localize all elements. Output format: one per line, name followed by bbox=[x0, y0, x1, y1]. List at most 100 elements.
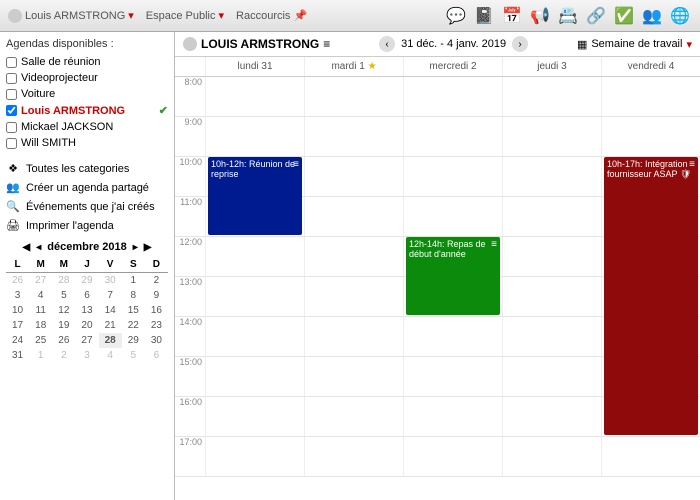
time-cell[interactable] bbox=[502, 237, 601, 276]
minical-day[interactable]: 23 bbox=[145, 318, 168, 333]
minical-day[interactable]: 2 bbox=[52, 348, 75, 363]
minical-day[interactable]: 2 bbox=[145, 273, 168, 289]
calendar-checkbox[interactable] bbox=[6, 105, 17, 116]
time-cell[interactable] bbox=[502, 397, 601, 436]
time-cell[interactable] bbox=[304, 437, 403, 476]
time-cell[interactable] bbox=[601, 357, 700, 396]
minical-day[interactable]: 31 bbox=[6, 348, 29, 363]
time-cell[interactable] bbox=[205, 317, 304, 356]
minical-day[interactable]: 12 bbox=[52, 303, 75, 318]
minical-day[interactable]: 14 bbox=[99, 303, 122, 318]
calendar-checkbox[interactable] bbox=[6, 89, 17, 100]
view-selector[interactable]: ▦ Semaine de travail ▾ bbox=[577, 38, 692, 51]
tasks-icon[interactable]: ✅ bbox=[612, 4, 636, 28]
time-cell[interactable] bbox=[502, 317, 601, 356]
time-cell[interactable]: 12h-14h: Repas de début d'année≡ bbox=[403, 237, 502, 276]
minical-day[interactable]: 18 bbox=[29, 318, 52, 333]
event-menu-icon[interactable]: ≡ bbox=[293, 159, 299, 170]
minical-day[interactable]: 9 bbox=[145, 288, 168, 303]
time-cell[interactable] bbox=[502, 357, 601, 396]
minical-day[interactable]: 16 bbox=[145, 303, 168, 318]
prev-year[interactable]: ◀ bbox=[23, 242, 31, 253]
time-cell[interactable] bbox=[601, 277, 700, 316]
announce-icon[interactable]: 📢 bbox=[528, 4, 552, 28]
calendar-checkbox[interactable] bbox=[6, 57, 17, 68]
minical-day[interactable]: 5 bbox=[122, 348, 145, 363]
time-cell[interactable] bbox=[403, 437, 502, 476]
minical-day[interactable]: 29 bbox=[75, 273, 98, 289]
minical-day[interactable]: 27 bbox=[29, 273, 52, 289]
calendar-item[interactable]: Videoprojecteur bbox=[6, 70, 168, 86]
time-cell[interactable] bbox=[601, 397, 700, 436]
all-categories[interactable]: ❖Toutes les categories bbox=[6, 159, 168, 178]
prev-month[interactable]: ◂ bbox=[36, 242, 41, 253]
calendar-checkbox[interactable] bbox=[6, 73, 17, 84]
time-cell[interactable] bbox=[304, 237, 403, 276]
calendar-checkbox[interactable] bbox=[6, 122, 17, 133]
minical-day[interactable]: 27 bbox=[75, 333, 98, 348]
minical-day[interactable]: 19 bbox=[52, 318, 75, 333]
print-agenda[interactable]: 🖨Imprimer l'agenda bbox=[6, 216, 168, 235]
link-icon[interactable]: 🔗 bbox=[584, 4, 608, 28]
next-month[interactable]: ▸ bbox=[133, 242, 138, 253]
minical-day[interactable]: 11 bbox=[29, 303, 52, 318]
minical-day[interactable]: 28 bbox=[99, 333, 122, 348]
time-cell[interactable] bbox=[601, 437, 700, 476]
day-header[interactable]: vendredi 4 bbox=[601, 57, 700, 76]
time-cell[interactable] bbox=[403, 197, 502, 236]
time-cell[interactable] bbox=[502, 157, 601, 196]
day-header[interactable]: jeudi 3 bbox=[502, 57, 601, 76]
minical-day[interactable]: 7 bbox=[99, 288, 122, 303]
time-cell[interactable] bbox=[502, 277, 601, 316]
minical-day[interactable]: 21 bbox=[99, 318, 122, 333]
minical-day[interactable]: 15 bbox=[122, 303, 145, 318]
minical-day[interactable]: 24 bbox=[6, 333, 29, 348]
calendar-item[interactable]: Salle de réunion bbox=[6, 54, 168, 70]
event-menu-icon[interactable]: ≡ bbox=[689, 159, 695, 170]
time-cell[interactable] bbox=[205, 117, 304, 156]
time-cell[interactable] bbox=[205, 397, 304, 436]
prev-week[interactable]: ‹ bbox=[379, 36, 395, 52]
time-cell[interactable] bbox=[502, 117, 601, 156]
time-cell[interactable] bbox=[601, 317, 700, 356]
contacts-icon[interactable]: 📇 bbox=[556, 4, 580, 28]
time-cell[interactable] bbox=[304, 157, 403, 196]
time-cell[interactable]: 10h-12h: Réunion de reprise≡ bbox=[205, 157, 304, 196]
time-cell[interactable] bbox=[403, 397, 502, 436]
time-cell[interactable] bbox=[403, 317, 502, 356]
time-cell[interactable] bbox=[304, 317, 403, 356]
time-cell[interactable] bbox=[304, 357, 403, 396]
time-cell[interactable]: 10h-17h: Intégration fournisseur ASAP 🛡≡ bbox=[601, 157, 700, 196]
time-cell[interactable] bbox=[403, 77, 502, 116]
time-cell[interactable] bbox=[502, 77, 601, 116]
day-header[interactable]: lundi 31 bbox=[205, 57, 304, 76]
globe-icon[interactable]: 🌐 bbox=[668, 4, 692, 28]
shortcuts-menu[interactable]: Raccourcis 📌 bbox=[236, 9, 307, 22]
calendar-owner[interactable]: LOUIS ARMSTRONG ≡ bbox=[183, 37, 330, 51]
user-menu[interactable]: Louis ARMSTRONG ▾ bbox=[8, 9, 134, 23]
minical-day[interactable]: 4 bbox=[29, 288, 52, 303]
time-cell[interactable] bbox=[304, 197, 403, 236]
next-week[interactable]: › bbox=[512, 36, 528, 52]
minical-day[interactable]: 30 bbox=[99, 273, 122, 289]
time-cell[interactable] bbox=[601, 77, 700, 116]
minical-day[interactable]: 17 bbox=[6, 318, 29, 333]
time-cell[interactable] bbox=[205, 237, 304, 276]
time-grid[interactable]: 8:009:0010:0010h-12h: Réunion de reprise… bbox=[175, 77, 700, 500]
calendar-item[interactable]: Louis ARMSTRONG✔ bbox=[6, 102, 168, 119]
day-header[interactable]: mardi 1 ★ bbox=[304, 57, 403, 76]
time-cell[interactable] bbox=[601, 197, 700, 236]
time-cell[interactable] bbox=[205, 197, 304, 236]
time-cell[interactable] bbox=[205, 437, 304, 476]
time-cell[interactable] bbox=[205, 357, 304, 396]
time-cell[interactable] bbox=[601, 117, 700, 156]
minical-day[interactable]: 25 bbox=[29, 333, 52, 348]
minical-day[interactable]: 3 bbox=[6, 288, 29, 303]
create-shared[interactable]: 👥Créer un agenda partagé bbox=[6, 178, 168, 197]
time-cell[interactable] bbox=[403, 117, 502, 156]
time-cell[interactable] bbox=[304, 117, 403, 156]
chat-icon[interactable]: 💬 bbox=[444, 4, 468, 28]
event-menu-icon[interactable]: ≡ bbox=[491, 239, 497, 250]
minical-day[interactable]: 6 bbox=[75, 288, 98, 303]
minical-day[interactable]: 22 bbox=[122, 318, 145, 333]
